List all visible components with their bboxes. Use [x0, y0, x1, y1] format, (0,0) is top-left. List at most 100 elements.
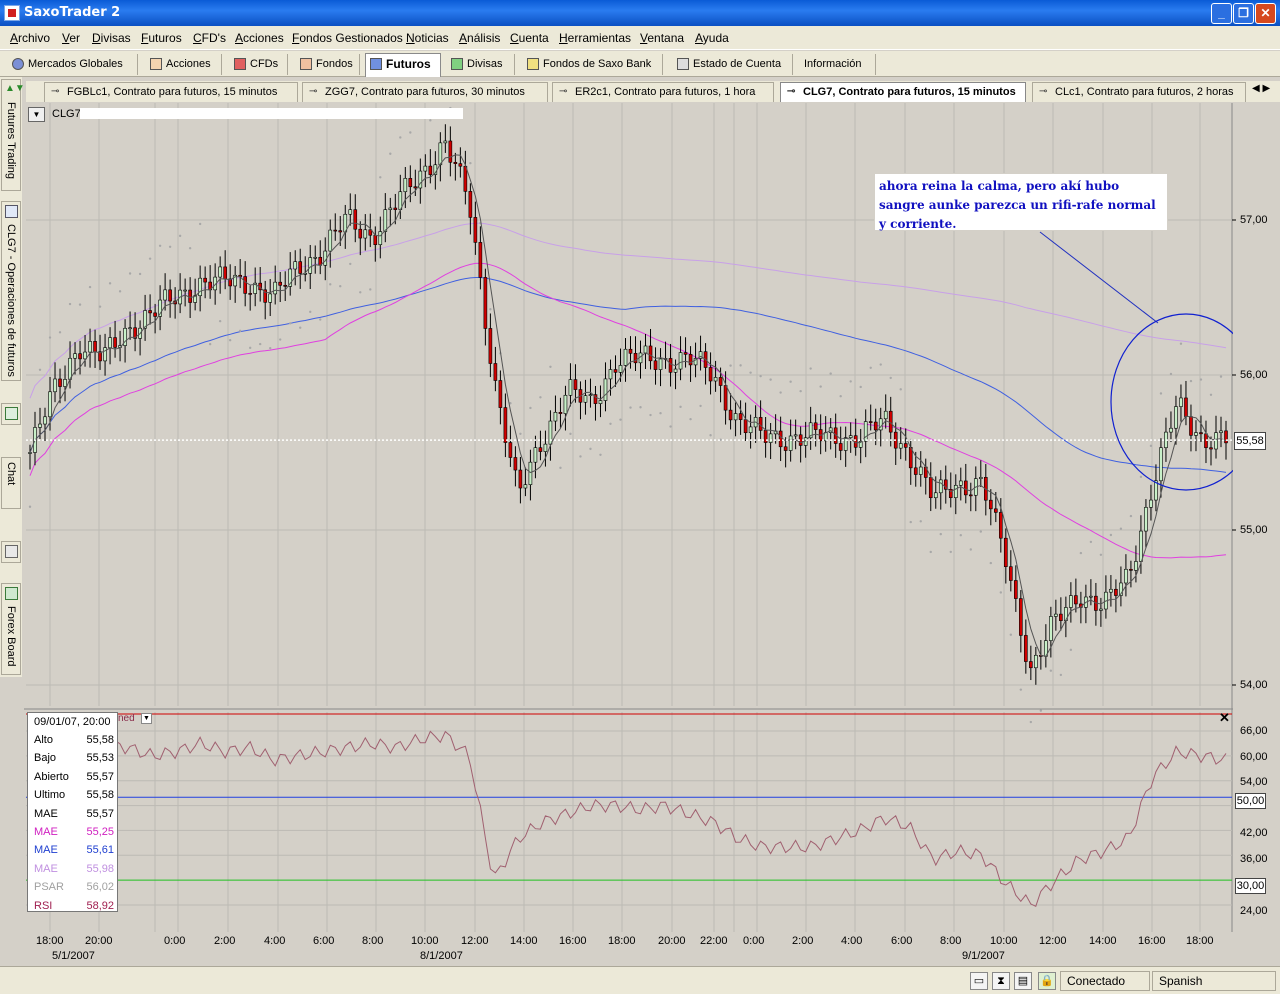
- candle-body: [358, 228, 363, 239]
- psar-dot: [899, 388, 902, 391]
- chart-annotation[interactable]: ahora reina la calma, pero akí hubo sang…: [874, 173, 1168, 231]
- candle-body: [953, 484, 958, 498]
- candle-body: [958, 480, 963, 486]
- print-icon[interactable]: ▤: [1014, 972, 1032, 990]
- candle-body: [148, 310, 152, 314]
- candle-body: [188, 289, 192, 303]
- time-tick: 22:00: [700, 935, 728, 947]
- psar-dot: [58, 331, 62, 334]
- language-status[interactable]: Spanish: [1152, 971, 1276, 991]
- symbol-dropdown-button[interactable]: ▼: [28, 107, 45, 122]
- psar-dot: [869, 366, 872, 370]
- candle-body: [1124, 568, 1128, 584]
- psar-dot: [1079, 551, 1083, 555]
- candle-body: [513, 457, 518, 471]
- time-tick: 18:00: [1186, 935, 1214, 947]
- candle-body: [403, 178, 408, 193]
- candle-body: [628, 348, 633, 354]
- candle-body: [78, 353, 82, 360]
- data-window-value: 55,57: [86, 807, 114, 820]
- psar-dot: [549, 365, 552, 368]
- candle-body: [28, 452, 32, 454]
- rsi-dropdown-button[interactable]: ▼: [141, 713, 152, 724]
- psar-dot: [749, 371, 752, 374]
- psar-dot: [88, 285, 92, 289]
- data-window-key: Alto: [34, 734, 53, 746]
- candle-body: [1014, 580, 1018, 599]
- symbol-input[interactable]: [80, 108, 463, 119]
- time-tick: 2:00: [214, 935, 236, 947]
- psar-dot: [379, 176, 382, 179]
- psar-dot: [329, 283, 332, 286]
- candle-body: [1139, 530, 1143, 562]
- psar-dot: [1169, 372, 1173, 376]
- candle-body: [563, 394, 568, 414]
- rsi-level-tag: 50,00: [1235, 793, 1266, 809]
- candle-body: [778, 430, 783, 448]
- candle-body: [758, 417, 763, 431]
- psar-dot: [709, 434, 712, 437]
- candle-body: [743, 419, 748, 434]
- price-chart[interactable]: [0, 0, 1280, 994]
- lock-icon[interactable]: 🔒: [1038, 972, 1056, 990]
- candle-body: [613, 369, 618, 373]
- candle-body: [293, 261, 298, 270]
- data-window-row: PSAR 56,02: [34, 881, 114, 899]
- data-window-value: 55,58: [86, 789, 114, 802]
- candle-body: [223, 266, 227, 280]
- psar-dot: [649, 413, 652, 417]
- hourglass-icon[interactable]: ⧗: [992, 972, 1010, 990]
- candle-body: [898, 443, 903, 449]
- candle-body: [243, 276, 247, 294]
- candle-body: [453, 161, 458, 164]
- time-tick: 6:00: [891, 935, 913, 947]
- candle-body: [1089, 595, 1093, 598]
- candle-body: [1174, 406, 1178, 429]
- time-tick: 12:00: [461, 935, 489, 947]
- candle-body: [1059, 613, 1063, 621]
- data-window-value: 55,25: [86, 826, 114, 838]
- candle-body: [63, 379, 67, 387]
- rsi-tick: 60,00: [1240, 751, 1268, 763]
- psar-dot: [919, 520, 922, 523]
- psar-dot: [639, 406, 642, 409]
- time-tick: 10:00: [411, 935, 439, 947]
- data-window-value: 55,57: [86, 770, 114, 783]
- data-window-row: Ultimo 55,58: [34, 789, 114, 807]
- psar-dot: [369, 288, 372, 291]
- rsi-tick: 42,00: [1240, 827, 1268, 839]
- candle-body: [523, 484, 528, 489]
- data-window-row: RSI 58,92: [34, 900, 114, 918]
- psar-dot: [809, 367, 812, 370]
- psar-dot: [269, 346, 272, 350]
- psar-dot: [1089, 540, 1093, 544]
- rsi-close-icon[interactable]: ✕: [1219, 710, 1230, 726]
- status-bar: ▭ ⧗ ▤ 🔒 Conectado Spanish: [0, 966, 1280, 994]
- candle-body: [273, 281, 278, 295]
- candle-body: [218, 266, 222, 278]
- candle-body: [688, 354, 693, 366]
- psar-dot: [1029, 720, 1033, 724]
- time-tick: 0:00: [164, 935, 186, 947]
- candle-body: [888, 410, 893, 433]
- psar-dot: [98, 305, 102, 308]
- psar-dot: [779, 391, 782, 394]
- psar-dot: [48, 336, 52, 339]
- candle-body: [283, 284, 288, 287]
- candle-body: [538, 447, 543, 452]
- data-window-key: MAE: [34, 844, 58, 857]
- candle-body: [1029, 661, 1033, 669]
- candle-body: [428, 165, 433, 175]
- candle-body: [1224, 430, 1228, 444]
- psar-dot: [679, 405, 682, 409]
- symbol-label: CLG7: [52, 108, 81, 120]
- price-tick: 55,00: [1240, 524, 1268, 536]
- psar-dot: [178, 234, 182, 238]
- psar-dot: [339, 285, 342, 288]
- data-window-value: 55,58: [86, 734, 114, 746]
- candle-body: [1004, 537, 1008, 567]
- psar-dot: [1009, 633, 1013, 636]
- candle-body: [963, 480, 968, 496]
- layout-icon[interactable]: ▭: [970, 972, 988, 990]
- candle-body: [1129, 568, 1133, 571]
